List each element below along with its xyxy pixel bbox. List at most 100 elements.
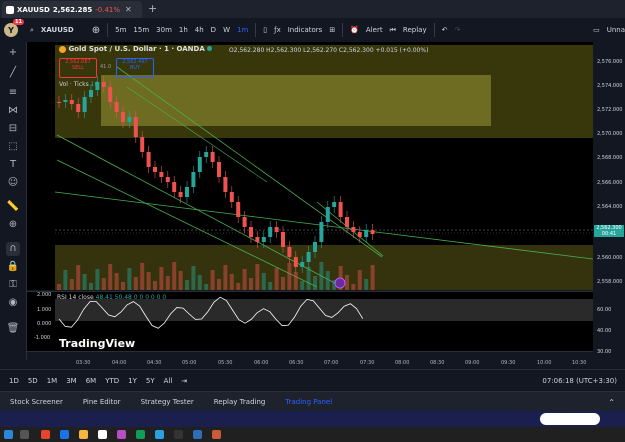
replay-button[interactable]: Replay <box>403 26 427 34</box>
fib-icon[interactable]: ≡ <box>6 86 20 100</box>
lock-drawings-icon[interactable]: 🔒 <box>6 260 20 274</box>
range-1d[interactable]: 1D <box>9 377 19 385</box>
interval-4h[interactable]: 4h <box>195 26 204 34</box>
tab-stock-screener[interactable]: Stock Screener <box>10 398 63 406</box>
add-symbol-icon[interactable]: ⊕ <box>92 25 100 36</box>
text-icon[interactable]: T <box>6 158 20 172</box>
interval-1m-active[interactable]: 1m <box>237 26 248 34</box>
avatar[interactable]: Y 11 <box>4 19 24 37</box>
rsi-axis-left-2: 0.000 <box>37 321 52 327</box>
volume-bar <box>268 282 273 290</box>
crosshair-icon[interactable]: + <box>6 46 20 60</box>
indicators-button[interactable]: Indicators <box>288 26 323 34</box>
interval-w[interactable]: W <box>223 26 230 34</box>
templates-icon[interactable]: ⊞ <box>329 26 335 34</box>
candle <box>319 222 324 242</box>
search-icon[interactable]: ⌕ <box>30 26 34 35</box>
candle <box>172 182 177 192</box>
price-chart[interactable]: Gold Spot / U.S. Dollar · 1 · OANDA O2,5… <box>27 42 593 290</box>
buy-button[interactable]: 2,562.497 BUY <box>116 58 154 78</box>
app-icon[interactable] <box>41 430 50 439</box>
app-icon[interactable] <box>212 430 221 439</box>
volume-bar <box>345 275 349 290</box>
candle <box>63 100 68 102</box>
interval-15m[interactable]: 15m <box>133 26 149 34</box>
candle <box>357 232 362 237</box>
replay-icon[interactable]: ⏮ <box>390 26 396 35</box>
forecast-icon[interactable]: ⊟ <box>6 122 20 136</box>
trash-icon[interactable]: 🗑 <box>6 322 20 336</box>
volume-bar <box>89 283 93 290</box>
range-ytd[interactable]: YTD <box>105 377 119 385</box>
range-3m[interactable]: 3M <box>66 377 77 385</box>
layout-name[interactable]: Unna <box>607 26 625 34</box>
collapse-panel-icon[interactable]: ⌃ <box>608 398 615 407</box>
time-axis[interactable]: 03:30 04:00 04:30 05:00 05:30 06:00 06:3… <box>27 351 593 370</box>
layout-icon[interactable]: ▭ <box>593 26 600 34</box>
candle <box>146 152 151 167</box>
interval-1h[interactable]: 1h <box>179 26 188 34</box>
browser-tab[interactable]: XAUUSD 2,562.285 -0.41% ✕ <box>2 1 142 18</box>
word-icon[interactable] <box>193 430 202 439</box>
tab-strategy-tester[interactable]: Strategy Tester <box>141 398 194 406</box>
search-taskbar-icon[interactable] <box>20 430 29 439</box>
sell-label: SELL <box>72 65 84 71</box>
pattern-icon[interactable]: ⋈ <box>6 104 20 118</box>
range-1m[interactable]: 1M <box>47 377 58 385</box>
candle <box>249 227 253 237</box>
visibility-icon[interactable]: ◉ <box>6 296 20 310</box>
price-axis[interactable]: 2,576.000 2,574.000 2,572.000 2,570.000 … <box>593 42 625 355</box>
volume-bar <box>249 278 253 290</box>
tab-symbol: XAUUSD <box>17 5 50 14</box>
zoom-icon[interactable]: ⊕ <box>6 218 20 232</box>
geometry-icon[interactable]: ⬚ <box>6 140 20 154</box>
time-tick: 06:00 <box>254 360 269 366</box>
browser-icon[interactable] <box>60 430 69 439</box>
range-5d[interactable]: 5D <box>28 377 38 385</box>
range-all[interactable]: All <box>164 377 173 385</box>
divider <box>433 23 435 37</box>
volume-bar <box>351 284 356 290</box>
sell-button[interactable]: 2,562.087 SELL <box>59 58 97 78</box>
telegram-icon[interactable] <box>155 430 164 439</box>
redo-icon[interactable]: ↷ <box>454 26 460 34</box>
lock-icon[interactable]: ⚿ <box>6 278 20 292</box>
app-icon[interactable] <box>136 430 145 439</box>
clock[interactable]: 07:06:18 (UTC+3:30) <box>542 377 617 385</box>
rsi-pane[interactable]: RSI 14 close 48.41 50.48 0 0 0 0 0 0 2.0… <box>27 291 593 351</box>
tab-pine-editor[interactable]: Pine Editor <box>83 398 121 406</box>
indicators-icon[interactable]: ƒx <box>274 26 281 34</box>
app-icon[interactable] <box>174 430 183 439</box>
range-5y[interactable]: 5Y <box>146 377 155 385</box>
app-icon[interactable] <box>98 430 107 439</box>
alert-button[interactable]: Alert <box>366 26 383 34</box>
interval-d[interactable]: D <box>211 26 216 34</box>
gold-icon <box>59 45 66 53</box>
interval-5m[interactable]: 5m <box>115 26 126 34</box>
windows-start-icon[interactable] <box>4 430 13 439</box>
app-icon[interactable] <box>117 430 126 439</box>
ruler-icon[interactable]: 📏 <box>6 200 20 214</box>
trendline-icon[interactable]: ╱ <box>6 66 20 80</box>
interval-30m[interactable]: 30m <box>156 26 172 34</box>
symbol-search[interactable]: XAUUSD <box>41 26 74 34</box>
rsi-tick: 40.00 <box>597 328 612 334</box>
magnet-icon[interactable]: ∩ <box>6 242 20 256</box>
promo-banner[interactable] <box>0 411 625 427</box>
tab-price: 2,562.285 <box>52 5 93 14</box>
market-open-dot <box>207 46 213 51</box>
candles-icon[interactable]: ▯ <box>263 26 267 34</box>
tab-trading-panel[interactable]: Trading Panel <box>285 398 332 406</box>
emoji-icon[interactable]: ☺ <box>6 176 20 190</box>
new-tab-icon[interactable]: + <box>148 2 157 15</box>
range-6m[interactable]: 6M <box>86 377 97 385</box>
goto-date-icon[interactable]: ⇥ <box>181 377 187 385</box>
promo-button[interactable] <box>540 413 600 425</box>
alert-icon[interactable]: ⏰ <box>350 26 359 34</box>
tab-replay-trading[interactable]: Replay Trading <box>214 398 266 406</box>
close-tab-icon[interactable]: ✕ <box>125 5 132 14</box>
range-1y[interactable]: 1Y <box>128 377 137 385</box>
folder-icon[interactable] <box>79 430 88 439</box>
volume-bar <box>133 277 138 290</box>
undo-icon[interactable]: ↶ <box>442 26 448 34</box>
